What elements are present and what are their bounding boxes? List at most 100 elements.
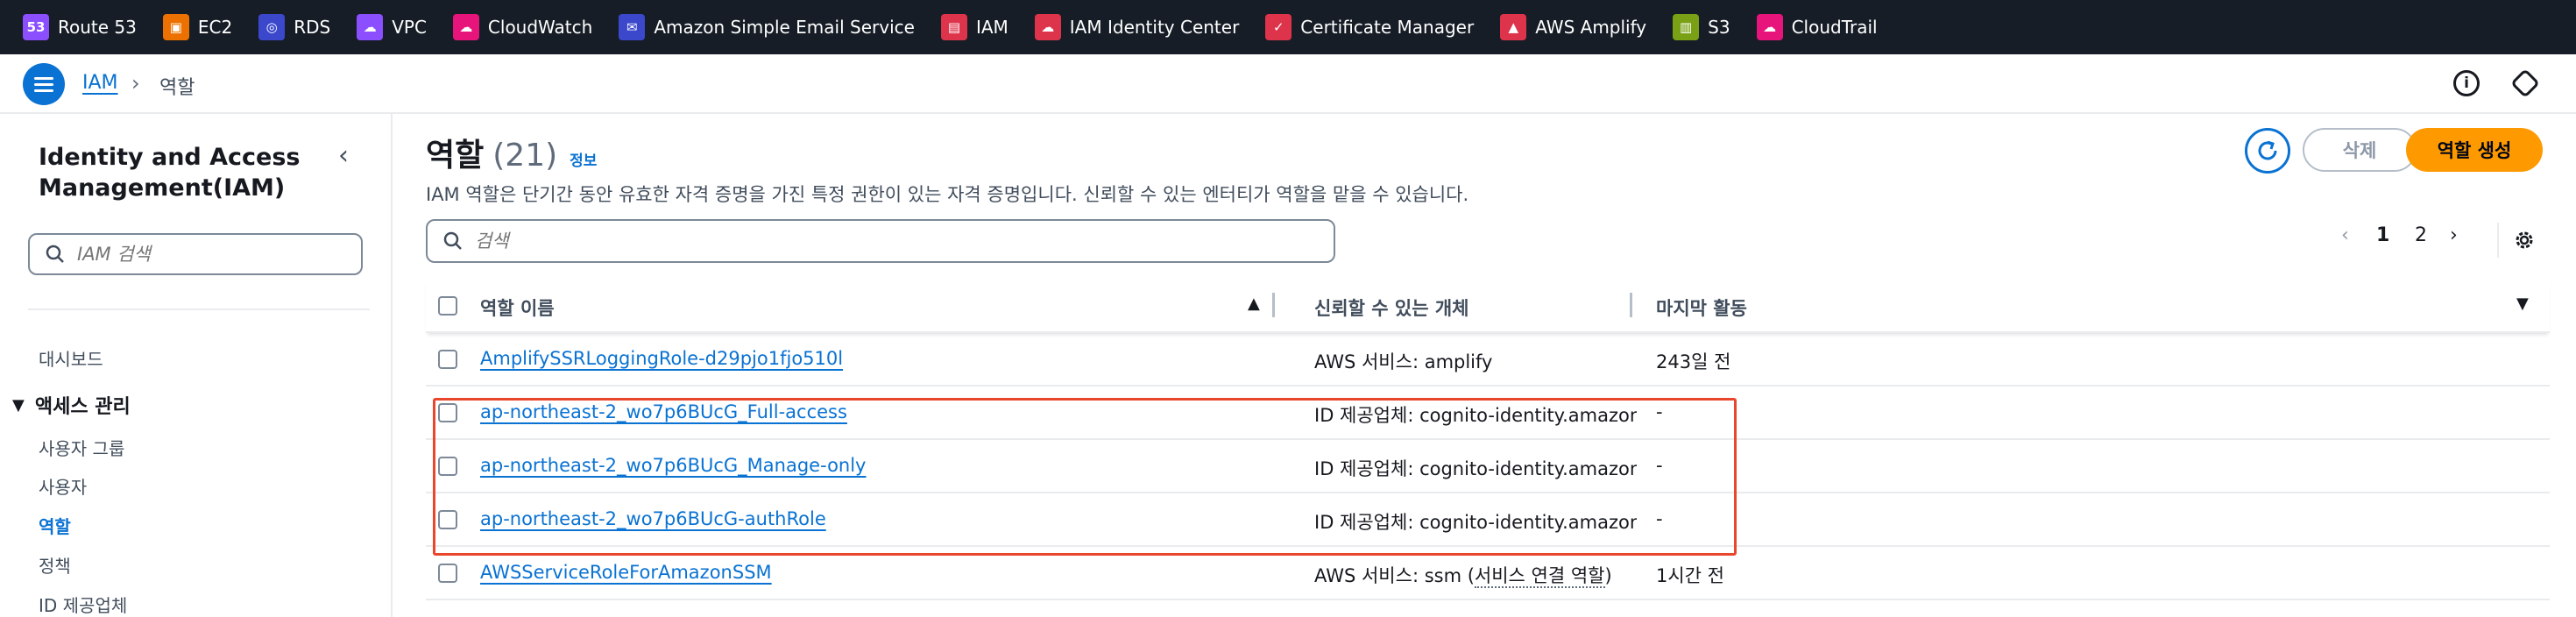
certificate-manager-icon: ✓ <box>1265 14 1292 40</box>
trusted-entity-text: ID 제공업체: cognito-identity.amazonaws.com <box>1314 458 1637 479</box>
role-name-link[interactable]: ap-northeast-2_wo7p6BUcG_Full-access <box>480 401 847 422</box>
row-checkbox[interactable] <box>438 564 457 583</box>
role-name-link[interactable]: ap-northeast-2_wo7p6BUcG_Manage-only <box>480 455 867 476</box>
last-activity-cell: 1시간 전 <box>1656 565 1724 586</box>
table-row: ap-northeast-2_wo7p6BUcG_Manage-only ID 제… <box>426 440 2550 493</box>
table-search-input[interactable] <box>475 230 1316 252</box>
role-name-link[interactable]: AWSServiceRoleForAmazonSSM <box>480 562 772 583</box>
table-row: ap-northeast-2_wo7p6BUcG-authRole ID 제공업체… <box>426 493 2550 547</box>
table-row: AWSServiceRoleForAmazonSSM AWS 서비스: ssm (… <box>426 547 2550 600</box>
col-role-name[interactable]: 역할 이름 <box>480 294 555 321</box>
amplify-icon: ▲ <box>1500 14 1527 40</box>
service-favorites-bar: 53 Route 53 ▣ EC2 ◎ RDS ☁ VPC ☁ CloudWatch ✉ Amazon… <box>0 0 2576 54</box>
cloudwatch-icon: ☁ <box>452 14 479 40</box>
refresh-button[interactable] <box>2245 128 2290 174</box>
gear-icon[interactable] <box>2513 229 2536 252</box>
trusted-entity-cell: AWS 서비스: amplify <box>1314 348 1637 374</box>
nav-search-input[interactable] <box>77 244 340 265</box>
side-navigation: Identity and Access Management(IAM) ‹ 대시… <box>0 114 393 617</box>
role-name-link[interactable]: ap-northeast-2_wo7p6BUcG-authRole <box>480 508 826 529</box>
caret-down-icon: ▼ <box>12 395 25 415</box>
role-name-link[interactable]: AmplifySSRLoggingRole-d29pjo1fjo510l <box>480 348 843 369</box>
main-content: 역할 (21) 정보 IAM 역할은 단기간 동안 유효한 자격 증명을 가진 … <box>394 114 2576 617</box>
service-shortcut[interactable]: ✉ Amazon Simple Email Service <box>619 0 941 54</box>
last-activity-cell: - <box>1656 508 1663 529</box>
search-icon <box>46 245 64 263</box>
nav-item-user-groups[interactable]: 사용자 그룹 <box>39 435 124 460</box>
row-checkbox[interactable] <box>438 403 457 422</box>
route53-icon: 53 <box>23 14 49 40</box>
rds-icon: ◎ <box>258 14 286 40</box>
create-role-button[interactable]: 역할 생성 <box>2406 128 2543 172</box>
caret-down-icon[interactable]: ▼ <box>2516 294 2529 313</box>
trusted-entity-cell: ID 제공업체: cognito-identity.amazonaws.com <box>1314 508 1637 535</box>
cloudtrail-icon: ☁ <box>1756 14 1783 40</box>
search-icon <box>443 231 462 250</box>
page-2-button[interactable]: 2 <box>2415 224 2427 246</box>
service-shortcut[interactable]: ☁ VPC <box>357 0 453 54</box>
page-header: 역할 (21) 정보 <box>426 130 597 175</box>
last-activity-cell: 243일 전 <box>1656 351 1731 372</box>
service-linked-role-label: 서비스 연결 역할 <box>1474 565 1605 588</box>
page-description: IAM 역할은 단기간 동안 유효한 자격 증명을 가진 특정 권한이 있는 자… <box>426 184 1469 205</box>
row-checkbox[interactable] <box>438 510 457 529</box>
prev-page-icon[interactable]: ‹ <box>2341 224 2349 246</box>
service-shortcut[interactable]: ◎ RDS <box>258 0 357 54</box>
service-shortcut[interactable]: ✓ Certificate Manager <box>1265 0 1500 54</box>
service-shortcut-label: IAM Identity Center <box>1069 17 1240 38</box>
trusted-entity-cell: ID 제공업체: cognito-identity.amazonaws.com <box>1314 401 1637 428</box>
sort-ascending-icon[interactable]: ▲ <box>1248 294 1260 313</box>
navigation-menu-button[interactable] <box>23 63 65 105</box>
nav-item-identity-providers[interactable]: ID 제공업체 <box>39 592 127 617</box>
service-shortcut-label: IAM <box>975 17 1008 38</box>
row-checkbox[interactable] <box>438 457 457 476</box>
collapse-nav-icon[interactable]: ‹ <box>338 140 349 171</box>
table-search-field[interactable] <box>426 219 1335 263</box>
nav-item-policies[interactable]: 정책 <box>39 552 71 578</box>
trusted-entity-text: ID 제공업체: cognito-identity.amazonaws.com <box>1314 512 1637 533</box>
service-shortcut-label: RDS <box>294 17 331 38</box>
service-shortcut[interactable]: 53 Route 53 <box>23 0 163 54</box>
nav-item-users[interactable]: 사용자 <box>39 473 87 499</box>
trusted-entity-cell: ID 제공업체: cognito-identity.amazonaws.com <box>1314 455 1637 481</box>
nav-search-field[interactable] <box>28 233 363 275</box>
breadcrumb-current: 역할 <box>159 77 195 99</box>
hamburger-icon <box>34 75 53 94</box>
service-shortcut[interactable]: ▥ S3 <box>1673 0 1756 54</box>
last-activity-cell: - <box>1656 401 1663 422</box>
service-shortcut[interactable]: ▲ AWS Amplify <box>1500 0 1673 54</box>
service-shortcut[interactable]: ☁ IAM Identity Center <box>1034 0 1266 54</box>
trusted-entity-text: AWS 서비스: amplify <box>1314 351 1493 372</box>
trusted-entity-cell: AWS 서비스: ssm (서비스 연결 역할) <box>1314 562 1637 588</box>
col-last-activity[interactable]: 마지막 활동 <box>1656 294 1747 321</box>
page-1-button[interactable]: 1 <box>2376 224 2389 246</box>
service-shortcut-label: Route 53 <box>58 17 137 38</box>
last-activity-cell: - <box>1656 455 1663 476</box>
service-shortcut[interactable]: ▤ IAM <box>940 0 1035 54</box>
notification-settings-icon[interactable] <box>2510 68 2540 98</box>
page-title: 역할 <box>426 138 485 174</box>
nav-item-roles[interactable]: 역할 <box>39 513 71 538</box>
row-checkbox[interactable] <box>438 350 457 369</box>
service-shortcut[interactable]: ▣ EC2 <box>162 0 258 54</box>
delete-button[interactable]: 삭제 <box>2303 128 2417 172</box>
column-resizer[interactable] <box>1630 293 1632 317</box>
service-shortcut[interactable]: ☁ CloudWatch <box>452 0 619 54</box>
col-trusted-entity[interactable]: 신뢰할 수 있는 개체 <box>1314 294 1469 321</box>
info-link[interactable]: 정보 <box>570 148 597 170</box>
table-row: ap-northeast-2_wo7p6BUcG_Full-access ID 제… <box>426 387 2550 440</box>
service-shortcut[interactable]: ☁ CloudTrail <box>1756 0 1904 54</box>
service-shortcut-label: EC2 <box>197 17 233 38</box>
select-all-checkbox[interactable] <box>438 296 457 316</box>
next-page-icon[interactable]: › <box>2450 224 2458 246</box>
nav-divider <box>28 308 370 310</box>
nav-section-access-management[interactable]: ▼ 액세스 관리 <box>12 391 131 419</box>
nav-item-dashboard[interactable]: 대시보드 <box>39 345 103 371</box>
nav-title: Identity and Access Management(IAM) <box>39 144 301 202</box>
trusted-entity-text: ID 제공업체: cognito-identity.amazonaws.com <box>1314 405 1637 426</box>
role-count: (21) <box>492 138 558 174</box>
info-circle-icon[interactable]: i <box>2453 70 2480 96</box>
service-shortcut-label: Amazon Simple Email Service <box>654 17 915 38</box>
breadcrumb-iam-link[interactable]: IAM <box>82 72 118 94</box>
column-resizer[interactable] <box>1272 293 1275 317</box>
